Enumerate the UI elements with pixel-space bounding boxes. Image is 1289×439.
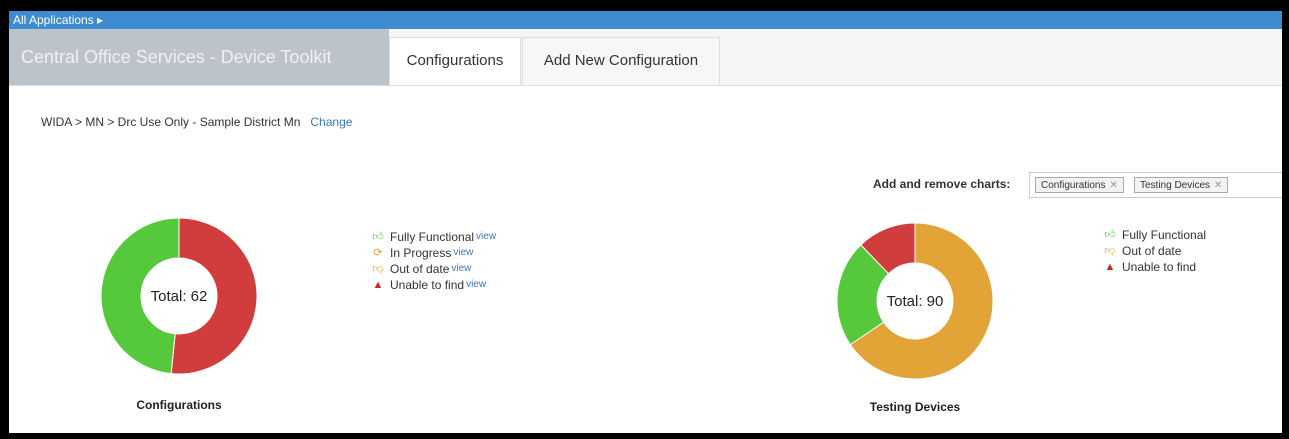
- warning-icon: ▲: [1104, 261, 1116, 273]
- legend-label: Unable to find: [390, 278, 465, 292]
- thumbs-down-icon: 👎︎: [1104, 245, 1116, 257]
- chart-title-testing-devices: Testing Devices: [869, 400, 961, 414]
- donut-center-label: Total: 62: [151, 288, 208, 305]
- legend-label: Fully Functional: [390, 230, 475, 244]
- remove-tag-icon[interactable]: ✕: [1109, 180, 1117, 191]
- header-bar: Central Office Services - Device Toolkit…: [9, 29, 1282, 86]
- tag-label: Configurations: [1041, 180, 1106, 191]
- legend-item-out-of-date: 👎︎ Out of date view: [371, 261, 496, 277]
- breadcrumb: WIDA > MN > Drc Use Only - Sample Distri…: [41, 115, 352, 129]
- thumbs-up-icon: 👍︎: [372, 231, 384, 243]
- tag-label: Testing Devices: [1140, 180, 1211, 191]
- remove-tag-icon[interactable]: ✕: [1214, 180, 1222, 191]
- legend-label: Unable to find: [1122, 260, 1197, 274]
- legend-item-out-of-date: 👎︎ Out of date: [1103, 243, 1206, 259]
- add-charts-label: Add and remove charts:: [873, 177, 1011, 191]
- legend-label: Out of date: [390, 262, 450, 276]
- chart-tag-input[interactable]: Configurations ✕ Testing Devices ✕: [1029, 172, 1282, 198]
- legend-label: Fully Functional: [1122, 228, 1207, 242]
- app-window: All Applications ▸ Central Office Servic…: [9, 11, 1282, 433]
- tab-configurations[interactable]: Configurations: [389, 37, 521, 85]
- tag-testing-devices[interactable]: Testing Devices ✕: [1134, 177, 1229, 193]
- donut-center-label: Total: 90: [887, 293, 944, 310]
- legend-item-in-progress: ⟳ In Progress view: [371, 245, 496, 261]
- all-applications-link[interactable]: All Applications ▸: [9, 13, 103, 27]
- tag-configurations[interactable]: Configurations ✕: [1035, 177, 1124, 193]
- refresh-icon: ⟳: [373, 247, 383, 259]
- legend-item-unable-to-find: ▲ Unable to find view: [371, 277, 496, 293]
- configurations-donut-chart: Total: 62: [100, 217, 258, 375]
- legend-label: Out of date: [1122, 244, 1182, 258]
- legend-item-fully-functional: 👍︎ Fully Functional: [1103, 227, 1206, 243]
- legend-item-fully-functional: 👍︎ Fully Functional view: [371, 229, 496, 245]
- chart-title-configurations: Configurations: [136, 398, 222, 412]
- breadcrumb-path: WIDA > MN > Drc Use Only - Sample Distri…: [41, 115, 301, 129]
- tab-add-new-configuration[interactable]: Add New Configuration: [522, 37, 720, 85]
- change-link[interactable]: Change: [310, 115, 352, 129]
- testing-devices-legend: 👍︎ Fully Functional 👎︎ Out of date ▲ Unable…: [1103, 227, 1206, 275]
- app-title: Central Office Services - Device Toolkit: [9, 29, 389, 85]
- view-link[interactable]: view: [451, 261, 471, 277]
- legend-item-unable-to-find: ▲ Unable to find: [1103, 259, 1206, 275]
- view-link[interactable]: view: [453, 245, 473, 261]
- view-link[interactable]: view: [466, 277, 486, 293]
- testing-devices-donut-chart: Total: 90: [836, 222, 994, 380]
- all-applications-bar[interactable]: All Applications ▸: [9, 11, 1282, 29]
- view-link[interactable]: view: [476, 229, 496, 245]
- configurations-legend: 👍︎ Fully Functional view ⟳ In Progress view …: [371, 229, 496, 293]
- thumbs-down-icon: 👎︎: [372, 263, 384, 275]
- warning-icon: ▲: [372, 279, 384, 291]
- legend-label: In Progress: [390, 246, 452, 260]
- thumbs-up-icon: 👍︎: [1104, 229, 1116, 241]
